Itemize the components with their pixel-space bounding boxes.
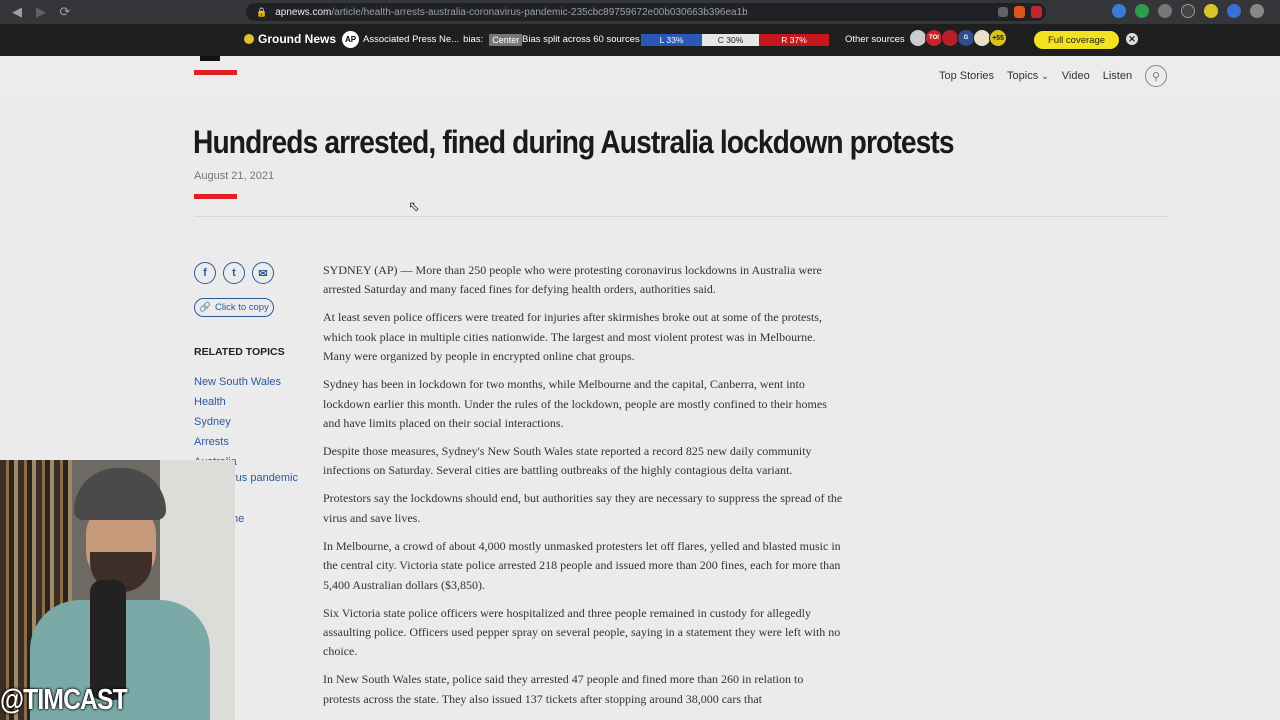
ap-logo[interactable] bbox=[194, 56, 237, 76]
full-coverage-button[interactable]: Full coverage bbox=[1034, 31, 1119, 49]
article-paragraph: In New South Wales state, police said th… bbox=[323, 672, 804, 706]
ext-icon-4[interactable] bbox=[1181, 4, 1195, 18]
share-buttons: f t ✉ bbox=[194, 262, 274, 284]
bias-split-text: Bias split across 60 sources bbox=[522, 34, 640, 45]
ground-news-icon bbox=[244, 34, 254, 44]
reload-icon[interactable]: ⟳ bbox=[54, 1, 76, 23]
site-nav: Top Stories Topics ⌄ Video Listen bbox=[939, 70, 1132, 82]
related-topic-link[interactable]: New South Wales bbox=[194, 372, 281, 392]
iq-extension-icon[interactable] bbox=[1112, 4, 1126, 18]
article-paragraph: Sydney has been in lockdown for two mont… bbox=[323, 377, 827, 431]
nav-top-stories[interactable]: Top Stories bbox=[939, 70, 994, 82]
article-paragraph: In Melbourne, a crowd of about 4,000 mos… bbox=[323, 538, 841, 592]
related-topics-list: New South Wales Health Sydney Arrests Au… bbox=[194, 372, 281, 472]
ground-news-extension-icon[interactable] bbox=[1204, 4, 1218, 18]
bias-distribution-bar[interactable]: L 33% C 30% R 37% bbox=[641, 34, 829, 46]
channel-handle: @TIMCAST bbox=[0, 684, 128, 716]
brave-shield-icon[interactable] bbox=[1014, 6, 1025, 18]
bias-label: bias: bbox=[463, 34, 484, 45]
chevron-down-icon: ⌄ bbox=[1041, 71, 1049, 81]
bias-center: C 30% bbox=[702, 34, 759, 46]
extensions-bar bbox=[1112, 4, 1264, 18]
source-name: Associated Press Ne... bbox=[363, 34, 460, 45]
ground-news-brand: Ground News bbox=[258, 32, 337, 46]
ground-news-bar: Ground News AP Associated Press Ne... bi… bbox=[0, 24, 1280, 56]
address-bar[interactable]: 🔒 apnews.com /article/health-arrests-aus… bbox=[246, 3, 1046, 21]
copy-link-button[interactable]: 🔗 Click to copy bbox=[194, 298, 274, 317]
related-topic-link[interactable]: rus pandemic bbox=[232, 472, 298, 484]
profile-icon[interactable] bbox=[1250, 4, 1264, 18]
lock-icon: 🔒 bbox=[256, 6, 268, 17]
article-paragraph: Protestors say the lockdowns should end,… bbox=[323, 491, 843, 525]
related-topic-link[interactable]: Health bbox=[194, 392, 281, 412]
article-paragraph: Six Victoria state police officers were … bbox=[323, 605, 841, 659]
article-date: August 21, 2021 bbox=[194, 170, 275, 182]
mouse-cursor-icon: ⬁ bbox=[408, 198, 420, 214]
close-icon[interactable]: ✕ bbox=[1126, 33, 1138, 45]
url-host: apnews.com bbox=[275, 6, 332, 18]
article-body: SYDNEY (AP) — More than 250 people who w… bbox=[323, 261, 843, 718]
article-paragraph: At least seven police officers were trea… bbox=[323, 310, 822, 364]
other-sources-icons[interactable]: TOI G +55 bbox=[909, 29, 1007, 47]
article-headline: Hundreds arrested, fined during Australi… bbox=[193, 124, 955, 160]
link-icon: 🔗 bbox=[199, 302, 211, 313]
webcam-overlay: @TIMCAST bbox=[0, 460, 235, 720]
nav-video[interactable]: Video bbox=[1062, 70, 1090, 82]
url-path: /article/health-arrests-australia-corona… bbox=[331, 6, 748, 18]
article-paragraph: Despite those measures, Sydney's New Sou… bbox=[323, 444, 812, 478]
rewards-icon[interactable] bbox=[1031, 6, 1042, 18]
divider bbox=[194, 216, 1168, 217]
shield-extension-icon[interactable] bbox=[1135, 4, 1149, 18]
search-icon[interactable]: ⚲ bbox=[1145, 65, 1167, 87]
presenter-beanie bbox=[74, 468, 166, 520]
email-icon[interactable]: ✉ bbox=[252, 262, 274, 284]
bias-pill: Center bbox=[489, 33, 523, 46]
copy-label: Click to copy bbox=[214, 302, 269, 313]
related-topics-heading: RELATED TOPICS bbox=[194, 346, 285, 358]
twitter-icon[interactable]: t bbox=[223, 262, 245, 284]
qr-icon[interactable] bbox=[998, 7, 1008, 17]
ap-logo-icon: AP bbox=[342, 31, 359, 48]
nav-listen[interactable]: Listen bbox=[1103, 70, 1132, 82]
more-sources-count: +55 bbox=[989, 29, 1007, 47]
ext-icon-3[interactable] bbox=[1158, 4, 1172, 18]
article-paragraph: SYDNEY (AP) — More than 250 people who w… bbox=[323, 263, 822, 297]
related-topic-link[interactable]: Arrests bbox=[194, 432, 281, 452]
ext-icon-6[interactable] bbox=[1227, 4, 1241, 18]
other-sources-label: Other sources bbox=[845, 34, 905, 45]
related-topic-link[interactable]: Sydney bbox=[194, 412, 281, 432]
microphone bbox=[90, 580, 126, 700]
nav-topics[interactable]: Topics ⌄ bbox=[1007, 70, 1049, 82]
back-icon[interactable]: ◀ bbox=[6, 1, 28, 23]
source-badge[interactable]: AP Associated Press Ne... bias: Center bbox=[342, 31, 523, 48]
accent-rule bbox=[194, 194, 237, 199]
bias-right: R 37% bbox=[759, 34, 829, 46]
forward-icon[interactable]: ▶ bbox=[30, 1, 52, 23]
ground-news-logo[interactable]: Ground News bbox=[244, 32, 336, 46]
browser-toolbar: ◀ ▶ ⟳ ▯ 🔒 apnews.com /article/health-arr… bbox=[0, 0, 1280, 24]
facebook-icon[interactable]: f bbox=[194, 262, 216, 284]
nav-topics-label: Topics bbox=[1007, 70, 1039, 82]
bias-left: L 33% bbox=[641, 34, 702, 46]
